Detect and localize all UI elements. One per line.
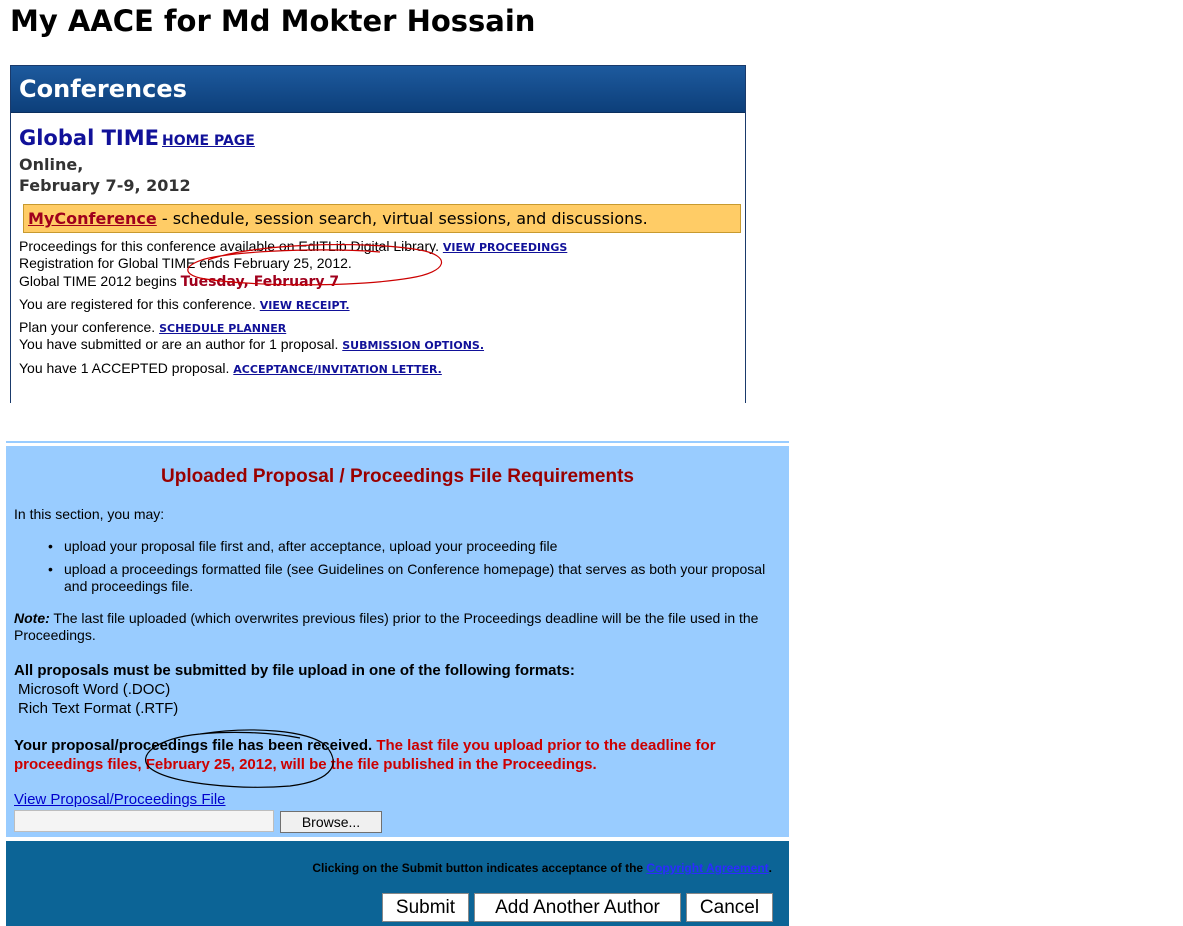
- note-text: The last file uploaded (which overwrites…: [14, 610, 759, 643]
- page-title: My AACE for Md Mokter Hossain: [10, 4, 536, 38]
- copyright-end: .: [768, 861, 772, 875]
- note-paragraph: Note: The last file uploaded (which over…: [14, 610, 784, 644]
- myconference-link[interactable]: MyConference: [28, 209, 157, 228]
- format-item: Rich Text Format (.RTF): [18, 700, 179, 717]
- cancel-button[interactable]: Cancel: [686, 893, 773, 922]
- view-proposal-file-link[interactable]: View Proposal/Proceedings File: [14, 791, 226, 808]
- requirements-panel: Uploaded Proposal / Proceedings File Req…: [6, 446, 789, 837]
- schedule-planner-link[interactable]: SCHEDULE PLANNER: [159, 322, 286, 335]
- browse-button[interactable]: Browse...: [280, 811, 382, 833]
- requirements-title: Uploaded Proposal / Proceedings File Req…: [161, 466, 634, 487]
- conferences-panel: Conferences Global TIME HOME PAGE Online…: [10, 65, 746, 403]
- file-path-input[interactable]: [14, 810, 274, 832]
- submit-button[interactable]: Submit: [382, 893, 469, 922]
- copyright-agreement-link[interactable]: Copyright Agreement: [646, 861, 768, 875]
- begins-date: Tuesday, February 7: [180, 274, 340, 290]
- proceedings-text: Proceedings for this conference availabl…: [19, 238, 439, 254]
- submitted-line: You have submitted or are an author for …: [19, 336, 484, 352]
- registered-line: You are registered for this conference. …: [19, 296, 350, 312]
- note-label: Note:: [14, 610, 50, 626]
- registration-line: Registration for Global TIME ends Februa…: [19, 255, 352, 271]
- begins-line: Global TIME 2012 begins Tuesday, Februar…: [19, 273, 339, 290]
- copyright-text: Clicking on the Submit button indicates …: [312, 861, 644, 875]
- conference-dates: February 7-9, 2012: [19, 176, 191, 195]
- accepted-text: You have 1 ACCEPTED proposal.: [19, 360, 230, 376]
- proceedings-line: Proceedings for this conference availabl…: [19, 238, 567, 254]
- list-item: upload your proposal file first and, aft…: [48, 538, 768, 555]
- list-item: upload a proceedings formatted file (see…: [48, 561, 768, 595]
- conferences-header: Conferences: [11, 66, 745, 113]
- requirements-intro: In this section, you may:: [14, 506, 165, 522]
- home-page-link[interactable]: HOME PAGE: [162, 133, 255, 149]
- conference-location-dates: Online, February 7-9, 2012: [19, 154, 191, 196]
- registered-text: You are registered for this conference.: [19, 296, 256, 312]
- received-message: Your proposal/proceedings file has been …: [14, 736, 784, 774]
- formats-heading: All proposals must be submitted by file …: [14, 662, 575, 679]
- plan-text: Plan your conference.: [19, 319, 156, 335]
- view-proceedings-link[interactable]: VIEW PROCEEDINGS: [443, 241, 567, 254]
- add-another-author-button[interactable]: Add Another Author: [474, 893, 681, 922]
- copyright-notice: Clicking on the Submit button indicates …: [312, 861, 772, 875]
- conference-location: Online,: [19, 155, 84, 174]
- view-receipt-link[interactable]: VIEW RECEIPT.: [260, 299, 350, 312]
- conference-name: Global TIME: [19, 126, 159, 150]
- submission-options-link[interactable]: SUBMISSION OPTIONS.: [342, 339, 484, 352]
- submit-panel: Clicking on the Submit button indicates …: [6, 841, 789, 926]
- format-item: Microsoft Word (.DOC): [18, 681, 171, 698]
- section-divider: [6, 441, 789, 443]
- submitted-text: You have submitted or are an author for …: [19, 336, 339, 352]
- requirements-list: upload your proposal file first and, aft…: [48, 538, 768, 601]
- myconference-description: - schedule, session search, virtual sess…: [156, 209, 648, 228]
- received-text: Your proposal/proceedings file has been …: [14, 737, 373, 754]
- myconference-bar: MyConference - schedule, session search,…: [23, 204, 741, 233]
- plan-line: Plan your conference. SCHEDULE PLANNER: [19, 319, 286, 335]
- begins-text: Global TIME 2012 begins: [19, 273, 177, 289]
- accepted-line: You have 1 ACCEPTED proposal. ACCEPTANCE…: [19, 360, 442, 376]
- acceptance-letter-link[interactable]: ACCEPTANCE/INVITATION LETTER.: [233, 363, 442, 376]
